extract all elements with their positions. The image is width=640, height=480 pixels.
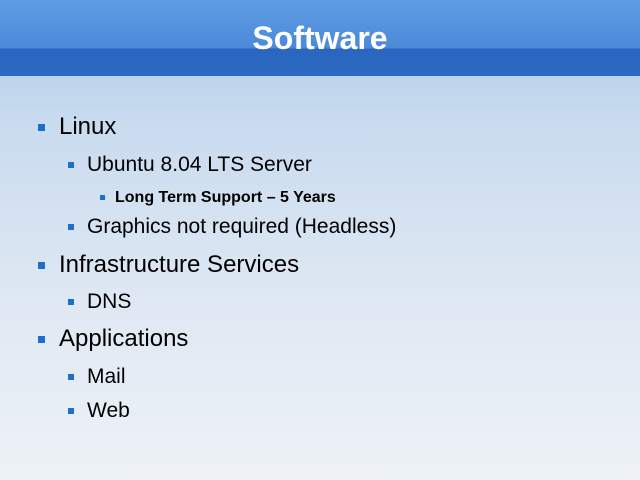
slide-title: Software xyxy=(252,20,388,56)
bullet-item-web: Web xyxy=(68,398,608,424)
bullet-text: Mail xyxy=(87,365,126,388)
bullet-marker xyxy=(68,224,74,230)
bullet-marker xyxy=(68,299,74,305)
bullet-text: DNS xyxy=(87,290,132,313)
bullet-item-linux: Linux xyxy=(38,113,598,141)
title-bar: Software xyxy=(0,0,640,76)
bullet-text: Graphics not required (Headless) xyxy=(87,215,397,238)
bullet-marker xyxy=(68,374,74,380)
bullet-text: Linux xyxy=(59,113,117,140)
bullet-item-dns: DNS xyxy=(68,289,608,315)
bullet-marker xyxy=(100,195,105,200)
bullet-item-lts: Long Term Support – 5 Years xyxy=(100,188,600,208)
bullet-text: Long Term Support – 5 Years xyxy=(115,189,336,206)
bullet-text: Ubuntu 8.04 LTS Server xyxy=(87,153,312,176)
bullet-item-mail: Mail xyxy=(68,364,608,390)
bullet-item-ubuntu: Ubuntu 8.04 LTS Server xyxy=(68,152,608,178)
bullet-marker xyxy=(38,336,45,343)
bullet-item-infrastructure: Infrastructure Services xyxy=(38,251,598,279)
bullet-marker xyxy=(38,124,45,131)
bullet-item-graphics: Graphics not required (Headless) xyxy=(68,214,608,240)
bullet-text: Applications xyxy=(59,325,189,352)
bullet-marker xyxy=(68,162,74,168)
bullet-marker xyxy=(38,262,45,269)
slide: Software Linux Ubuntu 8.04 LTS Server Lo… xyxy=(0,0,640,480)
bullet-text: Web xyxy=(87,399,130,422)
bullet-marker xyxy=(68,408,74,414)
bullet-text: Infrastructure Services xyxy=(59,251,300,278)
bullet-item-applications: Applications xyxy=(38,325,598,353)
